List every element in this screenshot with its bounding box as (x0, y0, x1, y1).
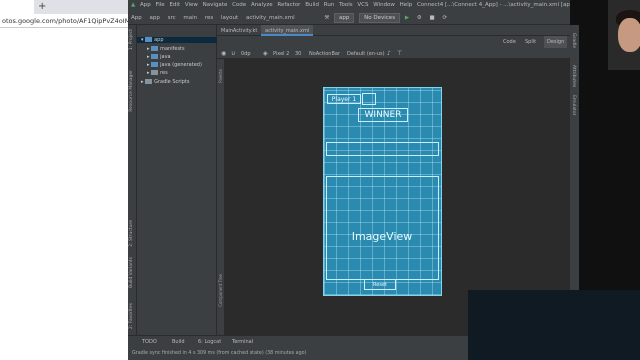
navigation-bar: App app src main res layout activity_mai… (128, 11, 570, 25)
tree-item-res[interactable]: ▸ res (147, 70, 168, 76)
tool-gradle[interactable]: Gradle (571, 33, 576, 48)
browser-tab[interactable] (0, 0, 34, 14)
tool-structure[interactable]: 2: Structure (129, 220, 134, 247)
breadcrumb-file[interactable]: activity_main.xml (243, 11, 298, 21)
tool-project[interactable]: 1: Project (129, 29, 134, 50)
run-icon[interactable]: ▶ (402, 11, 412, 21)
breadcrumb-app[interactable]: App (128, 11, 145, 21)
palette-label[interactable]: Palette (218, 69, 223, 83)
menu-item-vcs[interactable]: VCS (357, 0, 371, 8)
hammer-icon[interactable]: ⚒ (321, 11, 332, 21)
stop-icon[interactable]: ■ (426, 11, 437, 21)
tab-activity-main[interactable]: activity_main.xml (261, 25, 314, 36)
video-overlay (468, 290, 640, 360)
phone-blueprint[interactable]: Player 1 WINNER ImageView Reset (323, 87, 442, 296)
device-select[interactable]: No Devices (359, 13, 401, 23)
breadcrumb-module[interactable]: app (147, 11, 163, 21)
layers-icon[interactable]: ◈ (263, 50, 268, 57)
window-title: Connect4 [...\Connect 4_App] - ...\activ… (416, 2, 570, 8)
tab-mainactivity[interactable]: MainActivity.kt (217, 25, 261, 36)
webcam-face (618, 18, 640, 52)
menu-item-code[interactable]: Code (232, 0, 249, 8)
tool-logcat[interactable]: 6: Logcat (198, 339, 221, 345)
tool-build[interactable]: Build (172, 339, 185, 345)
component-tree-label[interactable]: Component Tree (218, 274, 223, 307)
webcam-feed (608, 0, 640, 70)
run-config-select[interactable]: app (334, 13, 355, 23)
menu-item-window[interactable]: Window (373, 0, 398, 8)
pack-icon[interactable]: ♪ (387, 50, 391, 57)
folder-icon (145, 37, 153, 42)
tree-item-app[interactable]: ▾ app (137, 37, 217, 43)
new-tab-button[interactable]: + (38, 1, 46, 12)
editor-area: MainActivity.kt activity_main.xml Code S… (217, 25, 570, 335)
design-toolbar: ◉ ∪ 0dp ◈ Pixel 2 30 NoActionBar Default… (217, 48, 570, 59)
tool-resource-manager[interactable]: Resource Manager (129, 70, 134, 112)
breadcrumb-layout[interactable]: layout (218, 11, 241, 21)
folder-icon (151, 62, 159, 67)
tree-item-java[interactable]: ▸ java (147, 54, 171, 60)
sync-icon[interactable]: ⟳ (439, 11, 450, 21)
board-grid[interactable] (326, 176, 439, 280)
project-panel: ▾ app ▸ manifests ▸ java ▸ java (generat… (137, 25, 217, 335)
tool-terminal[interactable]: Terminal (232, 339, 253, 345)
tool-build-variants[interactable]: Build Variants (129, 257, 134, 288)
tool-favorites[interactable]: 2: Favorites (129, 303, 134, 329)
menu-item-view[interactable]: View (185, 0, 201, 8)
device-select[interactable]: Pixel 2 (273, 51, 289, 57)
menu-item-tools[interactable]: Tools (339, 0, 356, 8)
tool-todo[interactable]: TODO (142, 339, 157, 345)
editor-tab-bar: MainActivity.kt activity_main.xml (217, 25, 570, 36)
debug-icon[interactable]: ⚙ (414, 11, 425, 21)
align-icon[interactable]: ⊤ (397, 50, 402, 57)
menu-bar: ▲ App File Edit View Navigate Code Analy… (128, 0, 570, 11)
magnet-icon[interactable]: ∪ (231, 50, 235, 57)
url-bar[interactable]: otos.google.com/photo/AF1QipPvZ4oIMeXbC0… (0, 14, 128, 28)
margin-value[interactable]: 0dp (241, 51, 251, 57)
tree-item-gradle-scripts[interactable]: ▸ Gradle Scripts (141, 79, 189, 85)
left-tool-strip: 1: Project Resource Manager 2: Structure… (128, 25, 137, 360)
gradle-icon (145, 79, 153, 84)
imageview-label: ImageView (351, 230, 413, 243)
menu-item-help[interactable]: Help (400, 0, 416, 8)
breadcrumb-res[interactable]: res (202, 11, 216, 21)
mode-split-button[interactable]: Split (522, 36, 539, 48)
breadcrumb-main[interactable]: main (180, 11, 200, 21)
menu-item-file[interactable]: File (155, 0, 167, 8)
menu-item-run[interactable]: Run (324, 0, 338, 8)
menu-item-navigate[interactable]: Navigate (203, 0, 231, 8)
browser-window: + otos.google.com/photo/AF1QipPvZ4oIMeXb… (0, 0, 128, 360)
reset-button[interactable]: Reset (364, 279, 396, 290)
theme-select[interactable]: NoActionBar (309, 51, 340, 57)
api-select[interactable]: 30 (295, 51, 301, 57)
tree-item-java-generated[interactable]: ▸ java (generated) (147, 62, 202, 68)
android-logo-icon: ▲ (131, 2, 136, 8)
menu-item-edit[interactable]: Edit (169, 0, 183, 8)
breadcrumb-src[interactable]: src (165, 11, 179, 21)
mode-design-button[interactable]: Design (544, 36, 568, 48)
menu-item-analyze[interactable]: Analyze (251, 0, 276, 8)
browser-tab-bar: + (0, 0, 128, 14)
menu-item-refactor[interactable]: Refactor (277, 0, 303, 8)
folder-icon (151, 54, 159, 59)
player-image[interactable] (362, 93, 376, 105)
locale-select[interactable]: Default (en-us) (347, 51, 385, 57)
tool-attributes[interactable]: Attributes (571, 65, 576, 87)
eye-icon[interactable]: ◉ (221, 50, 226, 57)
folder-icon (151, 46, 159, 51)
palette-strip: Palette Component Tree (217, 59, 224, 335)
folder-icon (151, 70, 159, 75)
tool-emulator[interactable]: Emulator (571, 95, 576, 115)
menu-item-build[interactable]: Build (305, 0, 322, 8)
player-textview[interactable]: Player 1 (327, 94, 361, 104)
mode-code-button[interactable]: Code (500, 36, 519, 48)
menu-item-app[interactable]: App (140, 0, 154, 8)
winner-textview[interactable]: WINNER (358, 108, 408, 122)
slot-row[interactable] (326, 142, 439, 156)
tree-item-manifests[interactable]: ▸ manifests (147, 46, 185, 52)
